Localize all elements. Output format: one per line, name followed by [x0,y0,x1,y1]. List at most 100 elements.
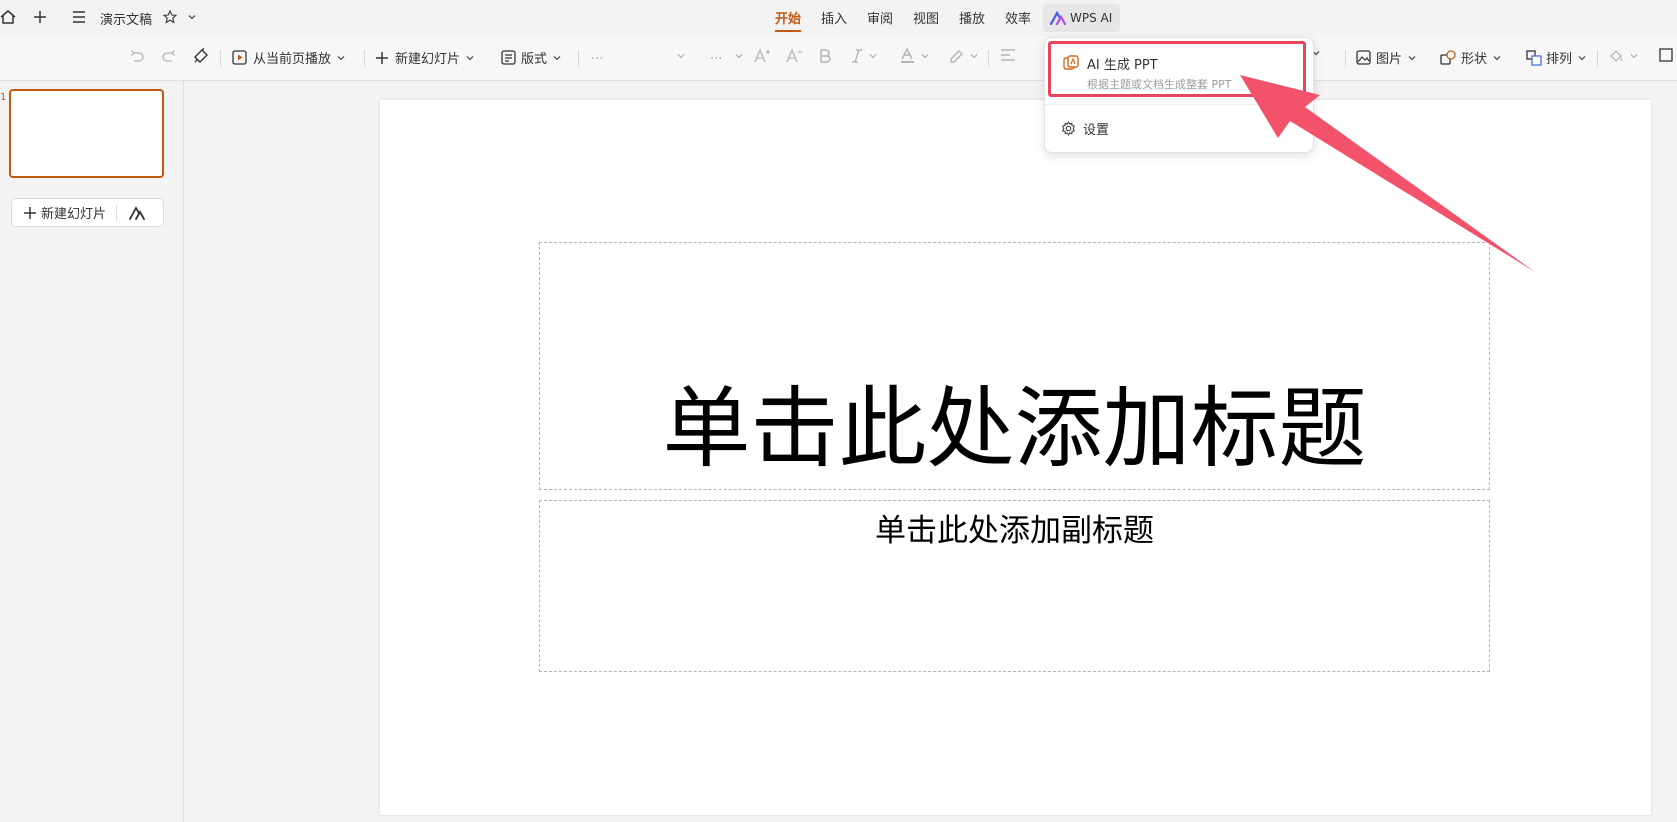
shape-label: 形状 [1461,52,1488,67]
title-bar: 演示文稿 开始 插入 审阅 视图 播放 效率 WPS AI [0,0,1677,36]
ai-settings-item[interactable]: 设置 [1061,119,1109,138]
tab-insert[interactable]: 插入 [821,8,847,27]
increase-font-icon [754,48,770,63]
annotation-arrow [1240,75,1535,272]
undo-button[interactable] [129,48,145,64]
chevron-down-icon [337,55,345,60]
tab-view[interactable]: 视图 [913,8,939,27]
home-button[interactable] [0,9,16,25]
decrease-font-icon [786,48,802,63]
star-icon [163,10,177,24]
picture-icon [1356,50,1371,65]
italic-button[interactable] [851,48,878,64]
toolbar-divider [364,50,365,67]
active-tab-indicator [775,30,801,32]
chevron-down-icon [1493,55,1501,60]
arrange-label: 排列 [1546,52,1573,67]
ai-ppt-icon [1063,55,1079,70]
chevron-down-icon [1578,55,1586,60]
chevron-down-icon [735,53,743,58]
format-painter-button[interactable] [193,48,210,64]
play-icon [232,50,247,65]
plus-icon [24,206,36,219]
chevron-down-icon [1408,55,1416,60]
font-name-select[interactable]: ... [591,48,686,63]
chevron-down-icon [921,54,929,59]
font-color-button[interactable] [900,48,930,64]
shape-button[interactable]: 形状 [1440,48,1502,67]
font-size-select[interactable]: ... [710,48,744,63]
play-from-current-label: 从当前页播放 [253,52,332,67]
paint-bucket-icon [1610,50,1623,62]
subtitle-placeholder-text: 单击此处添加副标题 [875,513,1154,549]
chevron-down-icon [1630,54,1638,59]
italic-icon [852,49,862,63]
wps-ai-tab-label: WPS AI [1070,11,1113,25]
redo-button[interactable] [161,48,177,64]
arrange-icon [1526,49,1542,66]
arrange-button[interactable]: 排列 [1526,48,1587,67]
title-placeholder-text: 单击此处添加标题 [662,377,1367,480]
plus-icon [34,11,46,23]
toolbar-divider [578,50,579,67]
highlight-button[interactable] [948,48,979,64]
chevron-down-icon [553,55,561,60]
chevron-down-icon [466,55,474,60]
new-slide-label: 新建幻灯片 [395,52,461,67]
picture-button[interactable]: 图片 [1356,48,1417,67]
menu-button[interactable] [72,10,86,24]
tab-review[interactable]: 审阅 [867,8,893,27]
format-painter-icon [194,48,208,63]
slide-thumbnail[interactable] [9,89,164,178]
outline-button[interactable] [1659,48,1673,62]
chevron-down-icon [188,15,196,20]
ai-settings-label: 设置 [1083,123,1110,138]
bold-button[interactable] [818,48,832,64]
font-size-value: ... [710,48,723,63]
wps-ai-logo-icon [1050,11,1066,25]
play-from-current-button[interactable]: 从当前页播放 [232,48,346,67]
plus-icon [376,51,388,64]
align-button[interactable] [1000,48,1016,62]
layout-icon [501,50,516,65]
tab-play[interactable]: 播放 [959,8,985,27]
title-dropdown[interactable] [187,12,197,22]
home-icon [0,10,16,24]
gear-icon [1062,121,1075,136]
bold-icon [820,49,831,63]
new-slide-button[interactable]: 新建幻灯片 [375,48,475,67]
slide-number: 1 [0,92,7,103]
increase-font-button[interactable] [754,48,771,64]
font-name-value: ... [591,48,604,63]
toolbar-divider [988,50,989,67]
favorite-button[interactable] [163,10,177,24]
slide-thumbnail-panel [0,81,184,822]
layout-button[interactable]: 版式 [501,48,562,67]
subtitle-placeholder[interactable]: 单击此处添加副标题 [539,500,1490,672]
fill-button[interactable] [1608,48,1639,64]
toolbar-divider [220,50,221,67]
tab-efficiency[interactable]: 效率 [1005,8,1031,27]
ai-generate-ppt-label: AI 生成 PPT [1087,58,1158,73]
chevron-down-icon [869,54,877,59]
decrease-font-button[interactable] [786,48,803,64]
align-icon [1001,49,1015,61]
ai-generate-ppt-description: 根据主题或文档生成整套 PPT [1087,78,1232,91]
document-title[interactable]: 演示文稿 [100,9,152,28]
tab-home[interactable]: 开始 [775,8,801,27]
wps-ai-icon[interactable] [129,205,145,220]
chevron-down-icon [970,54,978,59]
button-divider [116,204,118,221]
tab-wps-ai[interactable]: WPS AI [1043,4,1120,32]
undo-icon [131,50,144,62]
toolbar-divider [1597,50,1598,67]
panel-new-slide-button[interactable]: 新建幻灯片 [11,198,164,227]
redo-icon [162,50,175,62]
new-tab-button[interactable] [32,9,48,25]
layout-label: 版式 [521,52,548,67]
panel-new-slide-label: 新建幻灯片 [41,207,107,222]
shape-icon [1440,49,1456,65]
hamburger-icon [73,11,85,23]
picture-label: 图片 [1376,52,1403,67]
highlighter-icon [950,50,963,63]
